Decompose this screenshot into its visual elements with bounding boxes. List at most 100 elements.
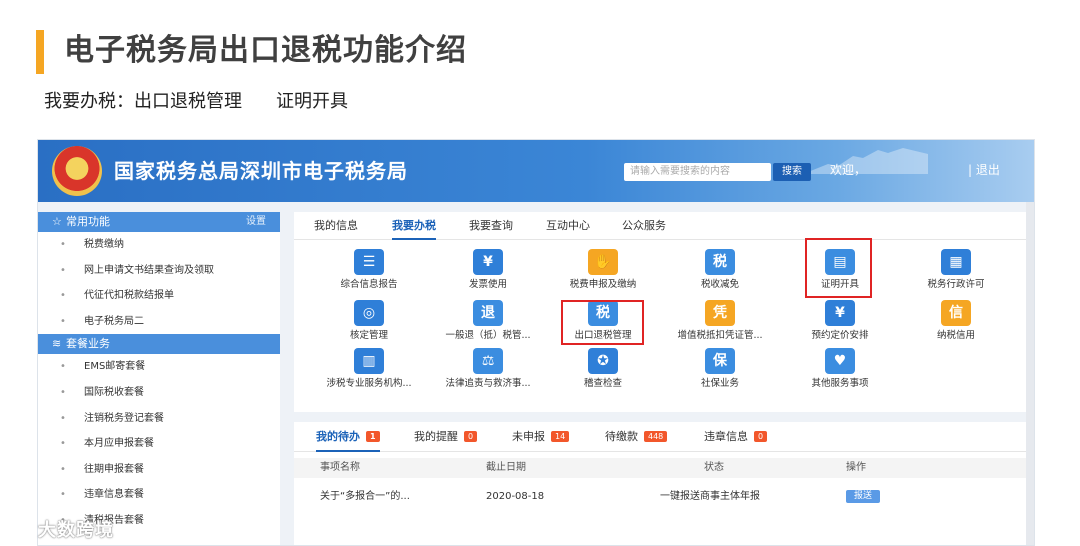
- count-badge: 448: [644, 431, 668, 442]
- scrollbar[interactable]: [1026, 202, 1034, 545]
- highlight-certificate: [805, 238, 872, 298]
- function-tabs: 我的信息 我要办税 我要查询 互动中心 公众服务: [294, 212, 1027, 240]
- sidebar-item[interactable]: 本月应申报套餐: [38, 431, 280, 457]
- cell-status: 一键报送商事主体年报: [660, 491, 760, 502]
- submit-button[interactable]: 报送: [846, 490, 881, 503]
- sidebar-item[interactable]: 注销税务登记套餐: [38, 406, 280, 432]
- function-label: 核定管理: [349, 330, 388, 341]
- site-name: 国家税务总局深圳市电子税务局: [114, 159, 408, 183]
- subtitle-path: 我要办税：出口退税管理: [44, 91, 242, 112]
- sidebar-header-label: 套餐业务: [66, 337, 110, 351]
- legal-icon: ⚖: [473, 348, 503, 374]
- column-header: 操作: [846, 462, 866, 473]
- function-item[interactable]: 税税收减免: [660, 249, 780, 299]
- function-item[interactable]: ♥ 其他服务事项: [780, 348, 900, 398]
- license-icon: ▦: [941, 249, 971, 275]
- settings-link[interactable]: 设置: [246, 212, 266, 232]
- welcome-text: 欢迎，: [830, 163, 867, 177]
- function-item[interactable]: ✋ 税费申报及缴纳: [543, 249, 663, 299]
- todo-tab-label: 违章信息: [704, 430, 748, 443]
- function-item[interactable]: ¥ 预约定价安排: [780, 300, 900, 350]
- function-item[interactable]: ✪ 稽查检查: [543, 348, 663, 398]
- star-icon: ☆: [52, 215, 62, 228]
- function-label: 涉税专业服务机构...: [326, 378, 412, 389]
- sidebar-item[interactable]: 税费缴纳: [38, 232, 280, 258]
- function-label: 税务行政许可: [927, 279, 985, 290]
- search-button[interactable]: 搜索: [773, 163, 811, 181]
- subtitle-target: 证明开具: [276, 91, 348, 112]
- function-item[interactable]: ▥ 涉税专业服务机构...: [309, 348, 429, 398]
- count-badge: 1: [366, 431, 380, 442]
- tab-4[interactable]: 公众服务: [622, 212, 666, 240]
- invoice-icon: ¥: [473, 249, 503, 275]
- function-item[interactable]: 信纳税信用: [896, 300, 1016, 350]
- function-label: 社保业务: [700, 378, 739, 389]
- watermark-text: 大数跨境: [38, 520, 114, 541]
- cell-name: 关于“多报合一”的...: [320, 491, 410, 502]
- sidebar-item[interactable]: EMS邮寄套餐: [38, 354, 280, 380]
- function-label: 发票使用: [468, 279, 507, 290]
- sidebar-header-label: 常用功能: [66, 215, 110, 228]
- page-title: 电子税务局出口退税功能介绍: [64, 33, 467, 68]
- tab-3[interactable]: 互动中心: [546, 212, 590, 240]
- common-list: 税费缴纳网上申请文书结果查询及领取代征代扣税款结报单电子税务局二: [38, 232, 280, 334]
- function-item[interactable]: ⚖ 法律追责与救济事...: [428, 348, 548, 398]
- sidebar-item[interactable]: 违章信息套餐: [38, 482, 280, 508]
- count-badge: 0: [754, 431, 768, 442]
- function-item[interactable]: 退一般退（抵）税管...: [428, 300, 548, 350]
- tab-0[interactable]: 我的信息: [314, 212, 358, 240]
- logout-link[interactable]: | 退出: [968, 160, 1000, 180]
- tax-emblem-icon: [52, 146, 102, 196]
- sidebar-header-common[interactable]: ☆ 常用功能 设置: [38, 212, 280, 232]
- declare-icon: ✋: [588, 249, 618, 275]
- search-input[interactable]: 请输入需要搜索的内容: [624, 163, 771, 181]
- other-service-icon: ♥: [825, 348, 855, 374]
- sidebar-header-package[interactable]: ≋ 套餐业务: [38, 334, 280, 355]
- function-label: 一般退（抵）税管...: [445, 330, 531, 341]
- sidebar-item-label: 往期申报套餐: [84, 463, 144, 475]
- package-list: EMS邮寄套餐国际税收套餐注销税务登记套餐本月应申报套餐往期申报套餐违章信息套餐…: [38, 354, 280, 533]
- great-wall-icon: [808, 148, 928, 174]
- tab-1[interactable]: 我要办税: [392, 212, 436, 240]
- function-item[interactable]: ¥ 发票使用: [428, 249, 548, 299]
- todo-panel: 我的待办 1 我的提醒 0 未申报 14 待缴款 448 违章信息 0 事项名称 截止日期 状态 操作 …: [294, 422, 1027, 545]
- watermark: 大数跨境: [8, 516, 114, 542]
- sidebar-item-label: EMS邮寄套餐: [84, 361, 146, 373]
- count-badge: 14: [551, 431, 570, 442]
- sidebar-item-label: 电子税务局二: [84, 315, 144, 327]
- function-item[interactable]: 凭增值税抵扣凭证管...: [660, 300, 780, 350]
- function-label: 税收减免: [700, 279, 739, 290]
- column-header: 截止日期: [486, 462, 526, 473]
- function-item[interactable]: ◎ 核定管理: [309, 300, 429, 350]
- todo-tab-0[interactable]: 我的待办 1: [316, 422, 380, 452]
- credit-icon: 信: [941, 300, 971, 326]
- tab-2[interactable]: 我要查询: [469, 212, 513, 240]
- sidebar-item-label: 代征代扣税款结报单: [84, 290, 174, 302]
- function-label: 增值税抵扣凭证管...: [677, 330, 763, 341]
- sidebar-item[interactable]: 国际税收套餐: [38, 380, 280, 406]
- sidebar-item-label: 注销税务登记套餐: [84, 412, 164, 424]
- sidebar-item[interactable]: 网上申请文书结果查询及领取: [38, 258, 280, 284]
- function-item[interactable]: ☰ 综合信息报告: [309, 249, 429, 299]
- sidebar-item[interactable]: 往期申报套餐: [38, 457, 280, 483]
- pricing-icon: ¥: [825, 300, 855, 326]
- table-row: 关于“多报合一”的... 2020-08-18 一键报送商事主体年报 报送: [294, 486, 1027, 508]
- function-item[interactable]: ▦ 税务行政许可: [896, 249, 1016, 299]
- function-panel: 我的信息 我要办税 我要查询 互动中心 公众服务 ☰ 综合信息报告 ¥ 发票使用 ✋ 税费申报及缴…: [294, 212, 1027, 412]
- todo-tab-2[interactable]: 未申报 14: [512, 422, 570, 452]
- function-item[interactable]: 保社保业务: [660, 348, 780, 398]
- sidebar-item[interactable]: 电子税务局二: [38, 309, 280, 335]
- todo-tab-3[interactable]: 待缴款 448: [605, 422, 668, 452]
- function-label: 纳税信用: [936, 330, 975, 341]
- todo-tab-4[interactable]: 违章信息 0: [704, 422, 768, 452]
- column-header: 事项名称: [320, 462, 360, 473]
- highlight-export-refund: [561, 300, 644, 345]
- todo-tab-1[interactable]: 我的提醒 0: [414, 422, 478, 452]
- e-tax-bureau-screenshot: 国家税务总局深圳市电子税务局 请输入需要搜索的内容 搜索 欢迎， | 退出 ☆ 常…: [37, 139, 1035, 546]
- sidebar-item-label: 网上申请文书结果查询及领取: [84, 264, 214, 276]
- table-header: 事项名称 截止日期 状态 操作: [294, 458, 1027, 478]
- sidebar-item[interactable]: 代征代扣税款结报单: [38, 283, 280, 309]
- title-accent-bar: [36, 30, 44, 74]
- layers-icon: ≋: [52, 337, 62, 351]
- report-icon: ☰: [354, 249, 384, 275]
